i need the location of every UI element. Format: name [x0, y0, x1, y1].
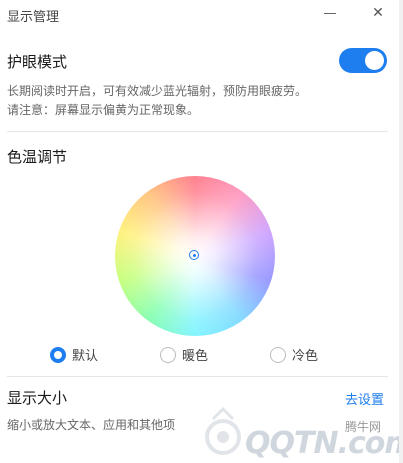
display-size-title: 显示大小: [7, 389, 68, 407]
minimize-icon: [324, 12, 336, 14]
radio-cool-indicator: [270, 346, 286, 363]
eye-care-toggle[interactable]: [339, 48, 387, 73]
display-size-desc: 缩小或放大文本、应用和其他项: [7, 418, 176, 432]
radio-default-indicator: [50, 346, 66, 363]
radio-cool[interactable]: 冷色: [270, 345, 318, 364]
radio-warm-label: 暖色: [182, 349, 209, 364]
radio-cool-label: 冷色: [292, 349, 319, 364]
window-title: 显示管理: [7, 10, 60, 25]
divider: [7, 376, 388, 377]
radio-warm[interactable]: 暖色: [160, 345, 208, 364]
eye-care-desc-line2: 请注意：屏幕显示偏黄为正常现象。: [7, 103, 200, 117]
title-bar: 显示管理 ✕: [0, 0, 403, 30]
radio-default[interactable]: 默认: [50, 345, 98, 364]
toggle-knob: [365, 51, 384, 70]
divider: [7, 131, 388, 132]
radio-warm-indicator: [160, 346, 176, 363]
eye-care-title: 护眼模式: [7, 53, 68, 71]
watermark-small: 腾牛网: [345, 420, 382, 434]
radio-default-label: 默认: [72, 349, 99, 364]
close-button[interactable]: ✕: [366, 3, 390, 23]
window-edge: [399, 0, 403, 463]
eye-care-desc-line1: 长期阅读时开启，可有效减少蓝光辐射，预防用眼疲劳。: [7, 84, 308, 98]
close-icon: ✕: [372, 5, 384, 21]
color-temp-title: 色温调节: [7, 148, 68, 166]
minimize-button[interactable]: [318, 3, 342, 23]
wheel-center-icon[interactable]: [189, 250, 199, 260]
